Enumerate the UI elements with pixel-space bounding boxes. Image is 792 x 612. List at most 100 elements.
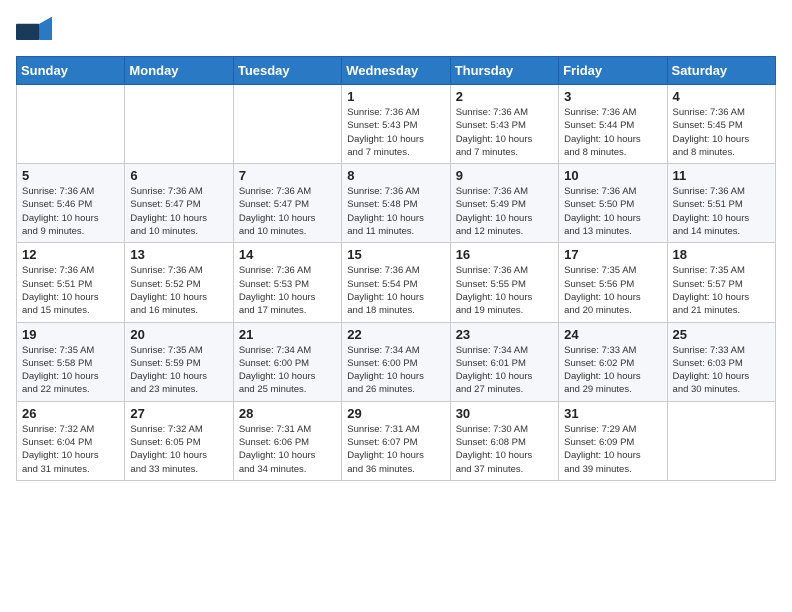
day-number: 18 — [673, 247, 770, 262]
day-number: 16 — [456, 247, 553, 262]
calendar-cell: 22 Sunrise: 7:34 AM Sunset: 6:00 PM Dayli… — [342, 322, 450, 401]
calendar-cell: 20 Sunrise: 7:35 AM Sunset: 5:59 PM Dayli… — [125, 322, 233, 401]
weekday-header-wednesday: Wednesday — [342, 57, 450, 85]
calendar-cell: 16 Sunrise: 7:36 AM Sunset: 5:55 PM Dayli… — [450, 243, 558, 322]
day-info: Sunrise: 7:32 AM Sunset: 6:05 PM Dayligh… — [130, 423, 227, 476]
day-info: Sunrise: 7:34 AM Sunset: 6:00 PM Dayligh… — [347, 344, 444, 397]
day-info: Sunrise: 7:31 AM Sunset: 6:07 PM Dayligh… — [347, 423, 444, 476]
calendar-cell: 1 Sunrise: 7:36 AM Sunset: 5:43 PM Daylig… — [342, 85, 450, 164]
calendar-cell: 11 Sunrise: 7:36 AM Sunset: 5:51 PM Dayli… — [667, 164, 775, 243]
day-number: 3 — [564, 89, 661, 104]
calendar-cell: 8Sunrise: 7:36 AM Sunset: 5:48 PM Daylig… — [342, 164, 450, 243]
day-number: 14 — [239, 247, 336, 262]
day-number: 25 — [673, 327, 770, 342]
day-number: 29 — [347, 406, 444, 421]
calendar-cell: 26 Sunrise: 7:32 AM Sunset: 6:04 PM Dayli… — [17, 401, 125, 480]
day-info: Sunrise: 7:36 AM Sunset: 5:43 PM Dayligh… — [456, 106, 553, 159]
day-number: 31 — [564, 406, 661, 421]
day-info: Sunrise: 7:36 AM Sunset: 5:47 PM Dayligh… — [130, 185, 227, 238]
calendar-cell: 10 Sunrise: 7:36 AM Sunset: 5:50 PM Dayli… — [559, 164, 667, 243]
day-info: Sunrise: 7:36 AM Sunset: 5:47 PM Dayligh… — [239, 185, 336, 238]
calendar-week-5: 26 Sunrise: 7:32 AM Sunset: 6:04 PM Dayli… — [17, 401, 776, 480]
day-info: Sunrise: 7:29 AM Sunset: 6:09 PM Dayligh… — [564, 423, 661, 476]
day-number: 22 — [347, 327, 444, 342]
day-number: 7 — [239, 168, 336, 183]
calendar-week-1: 1 Sunrise: 7:36 AM Sunset: 5:43 PM Daylig… — [17, 85, 776, 164]
weekday-header-tuesday: Tuesday — [233, 57, 341, 85]
calendar-cell — [125, 85, 233, 164]
day-number: 27 — [130, 406, 227, 421]
day-info: Sunrise: 7:36 AM Sunset: 5:52 PM Dayligh… — [130, 264, 227, 317]
day-number: 6 — [130, 168, 227, 183]
calendar-week-4: 19Sunrise: 7:35 AM Sunset: 5:58 PM Dayli… — [17, 322, 776, 401]
logo — [16, 16, 56, 46]
calendar-week-3: 12 Sunrise: 7:36 AM Sunset: 5:51 PM Dayli… — [17, 243, 776, 322]
calendar-cell: 23 Sunrise: 7:34 AM Sunset: 6:01 PM Dayli… — [450, 322, 558, 401]
day-number: 12 — [22, 247, 119, 262]
day-info: Sunrise: 7:36 AM Sunset: 5:53 PM Dayligh… — [239, 264, 336, 317]
weekday-header-thursday: Thursday — [450, 57, 558, 85]
day-info: Sunrise: 7:30 AM Sunset: 6:08 PM Dayligh… — [456, 423, 553, 476]
day-number: 1 — [347, 89, 444, 104]
day-info: Sunrise: 7:31 AM Sunset: 6:06 PM Dayligh… — [239, 423, 336, 476]
calendar-cell — [233, 85, 341, 164]
day-number: 23 — [456, 327, 553, 342]
logo-icon — [16, 16, 52, 46]
day-info: Sunrise: 7:33 AM Sunset: 6:03 PM Dayligh… — [673, 344, 770, 397]
day-number: 26 — [22, 406, 119, 421]
calendar-cell: 31 Sunrise: 7:29 AM Sunset: 6:09 PM Dayli… — [559, 401, 667, 480]
day-info: Sunrise: 7:32 AM Sunset: 6:04 PM Dayligh… — [22, 423, 119, 476]
calendar-cell: 19Sunrise: 7:35 AM Sunset: 5:58 PM Dayli… — [17, 322, 125, 401]
calendar-cell: 13 Sunrise: 7:36 AM Sunset: 5:52 PM Dayli… — [125, 243, 233, 322]
calendar-cell: 29 Sunrise: 7:31 AM Sunset: 6:07 PM Dayli… — [342, 401, 450, 480]
day-number: 20 — [130, 327, 227, 342]
day-number: 11 — [673, 168, 770, 183]
calendar-cell: 24 Sunrise: 7:33 AM Sunset: 6:02 PM Dayli… — [559, 322, 667, 401]
day-info: Sunrise: 7:36 AM Sunset: 5:43 PM Dayligh… — [347, 106, 444, 159]
day-number: 21 — [239, 327, 336, 342]
day-info: Sunrise: 7:36 AM Sunset: 5:51 PM Dayligh… — [22, 264, 119, 317]
calendar-cell: 4 Sunrise: 7:36 AM Sunset: 5:45 PM Daylig… — [667, 85, 775, 164]
day-info: Sunrise: 7:35 AM Sunset: 5:58 PM Dayligh… — [22, 344, 119, 397]
calendar-cell: 27 Sunrise: 7:32 AM Sunset: 6:05 PM Dayli… — [125, 401, 233, 480]
day-info: Sunrise: 7:35 AM Sunset: 5:56 PM Dayligh… — [564, 264, 661, 317]
day-info: Sunrise: 7:36 AM Sunset: 5:50 PM Dayligh… — [564, 185, 661, 238]
calendar-cell: 5Sunrise: 7:36 AM Sunset: 5:46 PM Daylig… — [17, 164, 125, 243]
calendar-cell: 9Sunrise: 7:36 AM Sunset: 5:49 PM Daylig… — [450, 164, 558, 243]
calendar-cell: 12 Sunrise: 7:36 AM Sunset: 5:51 PM Dayli… — [17, 243, 125, 322]
calendar-week-2: 5Sunrise: 7:36 AM Sunset: 5:46 PM Daylig… — [17, 164, 776, 243]
day-info: Sunrise: 7:33 AM Sunset: 6:02 PM Dayligh… — [564, 344, 661, 397]
calendar-cell: 18 Sunrise: 7:35 AM Sunset: 5:57 PM Dayli… — [667, 243, 775, 322]
day-number: 4 — [673, 89, 770, 104]
day-number: 15 — [347, 247, 444, 262]
day-number: 24 — [564, 327, 661, 342]
calendar-cell: 14 Sunrise: 7:36 AM Sunset: 5:53 PM Dayli… — [233, 243, 341, 322]
calendar-cell: 15 Sunrise: 7:36 AM Sunset: 5:54 PM Dayli… — [342, 243, 450, 322]
calendar-cell: 7 Sunrise: 7:36 AM Sunset: 5:47 PM Daylig… — [233, 164, 341, 243]
calendar-cell — [17, 85, 125, 164]
day-number: 13 — [130, 247, 227, 262]
calendar-cell — [667, 401, 775, 480]
weekday-header-row: SundayMondayTuesdayWednesdayThursdayFrid… — [17, 57, 776, 85]
day-number: 28 — [239, 406, 336, 421]
day-info: Sunrise: 7:35 AM Sunset: 5:59 PM Dayligh… — [130, 344, 227, 397]
day-number: 10 — [564, 168, 661, 183]
day-info: Sunrise: 7:36 AM Sunset: 5:45 PM Dayligh… — [673, 106, 770, 159]
weekday-header-sunday: Sunday — [17, 57, 125, 85]
weekday-header-saturday: Saturday — [667, 57, 775, 85]
calendar-cell: 28 Sunrise: 7:31 AM Sunset: 6:06 PM Dayli… — [233, 401, 341, 480]
day-info: Sunrise: 7:36 AM Sunset: 5:49 PM Dayligh… — [456, 185, 553, 238]
day-number: 5 — [22, 168, 119, 183]
day-info: Sunrise: 7:36 AM Sunset: 5:54 PM Dayligh… — [347, 264, 444, 317]
calendar-cell: 2Sunrise: 7:36 AM Sunset: 5:43 PM Daylig… — [450, 85, 558, 164]
day-info: Sunrise: 7:34 AM Sunset: 6:01 PM Dayligh… — [456, 344, 553, 397]
day-info: Sunrise: 7:36 AM Sunset: 5:51 PM Dayligh… — [673, 185, 770, 238]
calendar-cell: 25 Sunrise: 7:33 AM Sunset: 6:03 PM Dayli… — [667, 322, 775, 401]
day-info: Sunrise: 7:36 AM Sunset: 5:48 PM Dayligh… — [347, 185, 444, 238]
calendar-cell: 6 Sunrise: 7:36 AM Sunset: 5:47 PM Daylig… — [125, 164, 233, 243]
weekday-header-friday: Friday — [559, 57, 667, 85]
calendar-cell: 3Sunrise: 7:36 AM Sunset: 5:44 PM Daylig… — [559, 85, 667, 164]
day-info: Sunrise: 7:35 AM Sunset: 5:57 PM Dayligh… — [673, 264, 770, 317]
day-number: 30 — [456, 406, 553, 421]
day-info: Sunrise: 7:36 AM Sunset: 5:55 PM Dayligh… — [456, 264, 553, 317]
